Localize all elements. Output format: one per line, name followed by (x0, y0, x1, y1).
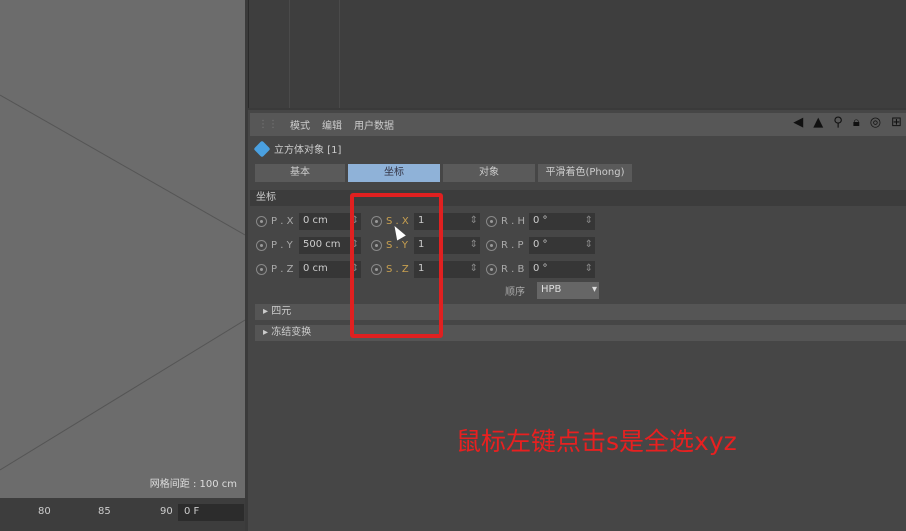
attr-toolbar: ◀ ▲ ⚲ 🔒︎ ◎ ⊞ (793, 115, 902, 130)
new-panel-icon[interactable]: ⊞ (891, 115, 902, 130)
tab-coord[interactable]: 坐标 (348, 164, 440, 182)
stepper-icon[interactable]: ⇕ (470, 239, 478, 250)
stepper-icon[interactable]: ⇕ (585, 263, 593, 274)
tab-phong[interactable]: 平滑着色(Phong) (538, 164, 632, 182)
rb-field[interactable]: 0 ° ⇕ (529, 260, 595, 278)
keyframe-radio[interactable] (256, 263, 267, 275)
section-coord: 坐标 (250, 190, 906, 206)
grip-icon: ⋮⋮ (258, 119, 278, 130)
keyframe-radio[interactable] (486, 263, 497, 275)
rp-field[interactable]: 0 ° ⇕ (529, 236, 595, 254)
object-manager[interactable] (248, 0, 906, 108)
stepper-icon[interactable]: ⇕ (470, 215, 478, 226)
label-rp: R . P (501, 239, 524, 251)
py-value: 500 cm (303, 238, 341, 250)
lock-icon[interactable]: 🔒︎ (853, 115, 860, 130)
target-icon[interactable]: ◎ (870, 115, 881, 130)
timeline-tick: 80 (38, 506, 51, 517)
chevron-down-icon: ▾ (591, 283, 597, 295)
up-arrow-icon[interactable]: ▲ (813, 115, 823, 130)
pz-value: 0 cm (303, 262, 328, 274)
freeze-label: 冻结变换 (271, 327, 312, 338)
px-value: 0 cm (303, 214, 328, 226)
menu-mode[interactable]: 模式 (290, 117, 310, 132)
label-py: P . Y (271, 239, 293, 251)
label-rb: R . B (501, 263, 525, 275)
keyframe-radio[interactable] (256, 215, 267, 227)
keyframe-radio[interactable] (256, 239, 267, 251)
highlight-box (350, 193, 443, 338)
tab-basic[interactable]: 基本 (255, 164, 345, 182)
quaternion-label: 四元 (271, 306, 292, 317)
stepper-icon[interactable]: ⇕ (470, 263, 478, 274)
rh-value: 0 ° (533, 214, 548, 226)
label-pz: P . Z (271, 263, 294, 275)
stepper-icon[interactable]: ⇕ (585, 239, 593, 250)
frame-value: 0 F (184, 506, 200, 517)
order-row: 顺序 HPB ▾ (505, 281, 599, 299)
object-title: 立方体对象 [1] (274, 145, 342, 156)
label-rh: R . H (501, 215, 526, 227)
menu-userdata[interactable]: 用户数据 (354, 117, 394, 132)
timeline-tick: 85 (98, 506, 111, 517)
label-px: P . X (271, 215, 294, 227)
column-divider (339, 0, 340, 108)
timeline-tick: 90 (160, 506, 173, 517)
order-value: HPB (541, 283, 562, 295)
order-dropdown[interactable]: HPB ▾ (537, 281, 599, 299)
rp-value: 0 ° (533, 238, 548, 250)
tab-object[interactable]: 对象 (443, 164, 535, 182)
current-frame-field[interactable]: 0 F (178, 504, 244, 521)
stepper-icon[interactable]: ⇕ (585, 215, 593, 226)
viewport-grid-lines (0, 94, 245, 471)
annotation-text: 鼠标左键点击s是全选xyz (456, 427, 737, 456)
rh-field[interactable]: 0 ° ⇕ (529, 212, 595, 230)
menu-edit[interactable]: 编辑 (322, 117, 342, 132)
search-icon[interactable]: ⚲ (833, 115, 843, 130)
3d-viewport[interactable]: 网格间距 : 100 cm (0, 0, 245, 498)
keyframe-radio[interactable] (486, 239, 497, 251)
back-arrow-icon[interactable]: ◀ (793, 115, 803, 130)
keyframe-radio[interactable] (486, 215, 497, 227)
rb-value: 0 ° (533, 262, 548, 274)
grid-spacing-label: 网格间距 : 100 cm (149, 475, 237, 490)
cube-icon (253, 140, 271, 157)
order-label: 顺序 (505, 286, 525, 298)
object-title-row: 立方体对象 [1] (253, 140, 342, 157)
column-divider (289, 0, 290, 108)
